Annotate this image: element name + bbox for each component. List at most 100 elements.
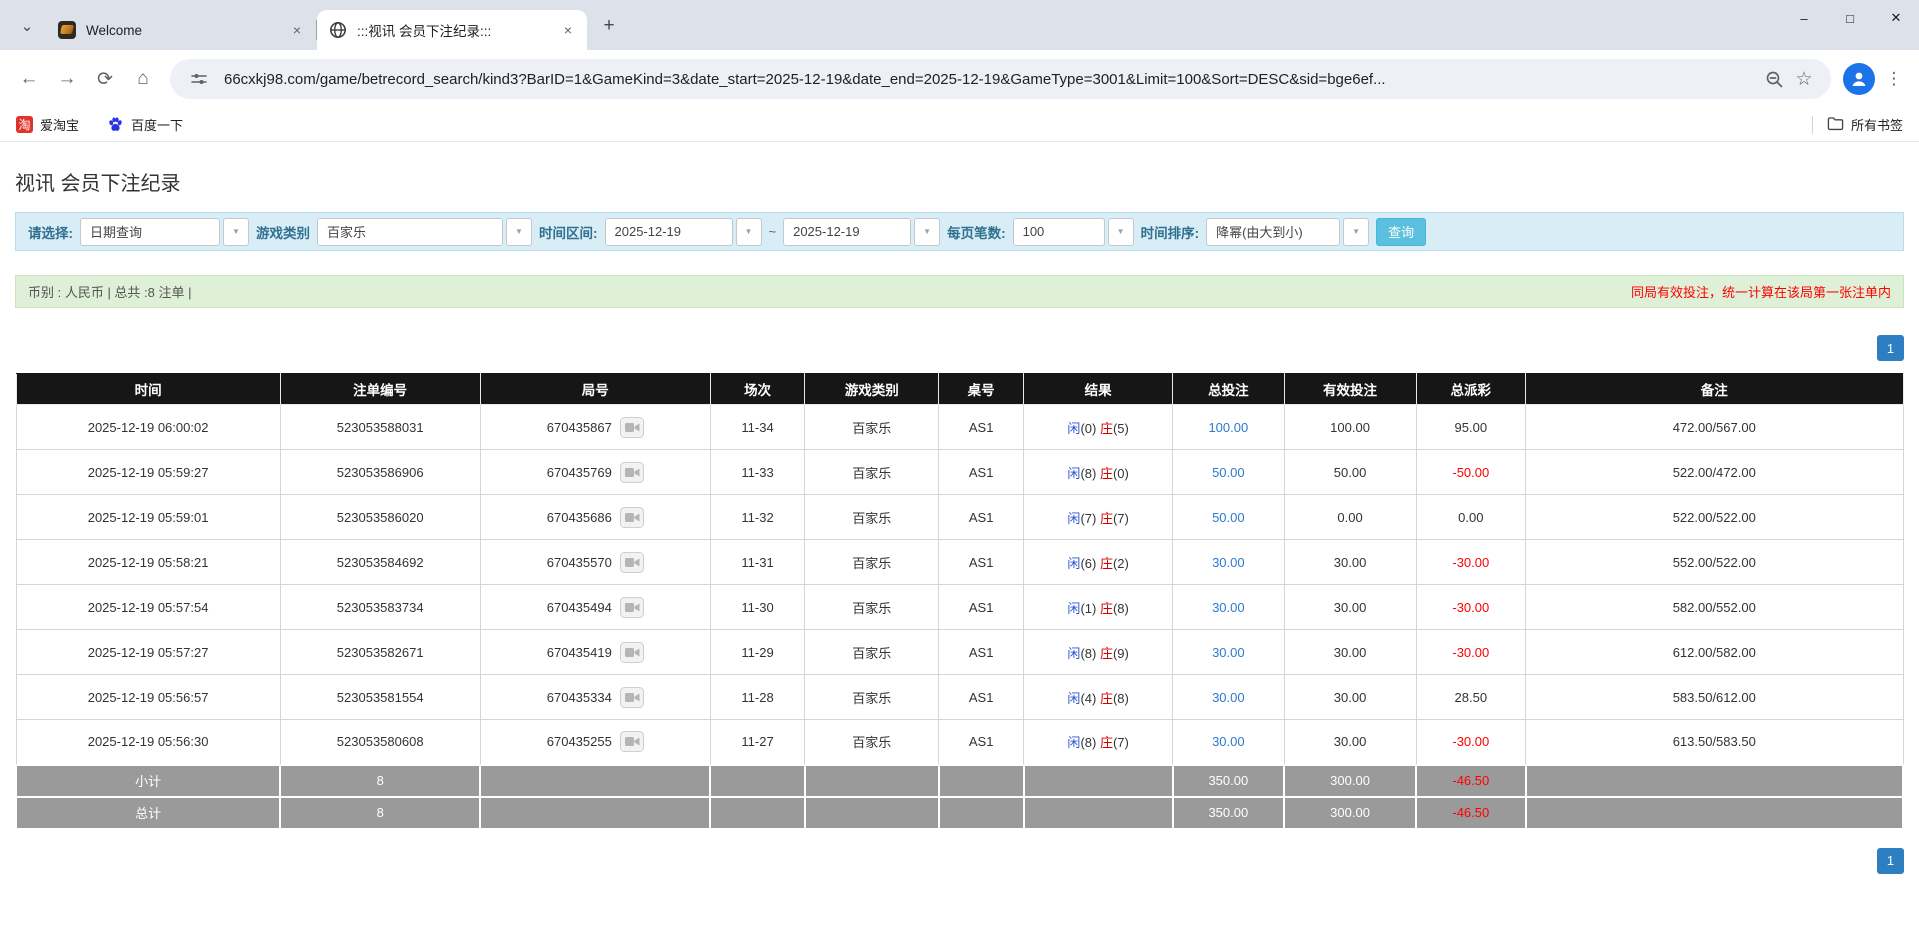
- table-row: 2025-12-19 05:56:30523053580608670435255…: [16, 720, 1903, 765]
- time-sort-value[interactable]: 降幂(由大到小): [1206, 218, 1340, 246]
- video-replay-button[interactable]: [620, 597, 644, 618]
- cell-total-bet[interactable]: 30.00: [1173, 540, 1284, 585]
- total-bet-link[interactable]: 30.00: [1212, 690, 1245, 705]
- round-id: 670435494: [547, 600, 612, 615]
- video-replay-button[interactable]: [620, 731, 644, 752]
- cell-game-kind: 百家乐: [805, 450, 939, 495]
- cell-result: 闲(1) 庄(8): [1024, 585, 1173, 630]
- tab-close-icon[interactable]: ×: [559, 21, 577, 39]
- search-button[interactable]: 查询: [1376, 218, 1426, 246]
- video-replay-button[interactable]: [620, 552, 644, 573]
- query-type-select[interactable]: 日期查询 ▼: [80, 218, 249, 246]
- result-player-score: (8): [1080, 646, 1096, 661]
- total-bet-link[interactable]: 30.00: [1212, 645, 1245, 660]
- total-bet-link[interactable]: 50.00: [1212, 465, 1245, 480]
- per-page-select[interactable]: 100 ▼: [1013, 218, 1134, 246]
- cell-bet-id: 523053588031: [280, 405, 480, 450]
- result-banker-score: (8): [1113, 691, 1129, 706]
- cell-total-bet[interactable]: 100.00: [1173, 405, 1284, 450]
- cell-total-bet[interactable]: 50.00: [1173, 495, 1284, 540]
- total-bet-link[interactable]: 30.00: [1212, 555, 1245, 570]
- total-bet-link[interactable]: 30.00: [1212, 600, 1245, 615]
- game-kind-select[interactable]: 百家乐 ▼: [317, 218, 532, 246]
- bookmark-label: 爱淘宝: [40, 115, 79, 134]
- chevron-down-icon[interactable]: ▼: [736, 218, 762, 246]
- all-bookmarks[interactable]: 所有书签: [1812, 115, 1903, 134]
- cell-total-bet[interactable]: 30.00: [1173, 585, 1284, 630]
- date-start-value[interactable]: 2025-12-19: [605, 218, 733, 246]
- home-button[interactable]: ⌂: [124, 60, 162, 98]
- payout-value: 28.50: [1455, 690, 1488, 705]
- window-close-button[interactable]: ✕: [1873, 0, 1919, 36]
- forward-button[interactable]: →: [48, 60, 86, 98]
- bookmark-aitaobao[interactable]: 淘 爱淘宝: [16, 115, 79, 134]
- cell-valid-bet: 0.00: [1284, 495, 1416, 540]
- time-range-label: 时间区间:: [539, 222, 598, 242]
- back-button[interactable]: ←: [10, 60, 48, 98]
- total-bet-link[interactable]: 100.00: [1208, 420, 1248, 435]
- sum-valid-bet: 300.00: [1284, 797, 1416, 829]
- video-replay-button[interactable]: [620, 642, 644, 663]
- reload-button[interactable]: ⟳: [86, 60, 124, 98]
- result-player-score: (6): [1080, 556, 1096, 571]
- cell-time: 2025-12-19 05:59:01: [16, 495, 280, 540]
- cell-total-bet[interactable]: 30.00: [1173, 630, 1284, 675]
- new-tab-button[interactable]: +: [595, 12, 623, 40]
- date-start-select[interactable]: 2025-12-19 ▼: [605, 218, 762, 246]
- browser-menu-kebab-icon[interactable]: ⋮: [1879, 60, 1909, 98]
- valid-bet-note: 同局有效投注，统一计算在该局第一张注单内: [1631, 282, 1891, 301]
- chevron-down-icon[interactable]: ▼: [914, 218, 940, 246]
- cell-round: 670435494: [480, 585, 710, 630]
- per-page-value[interactable]: 100: [1013, 218, 1105, 246]
- profile-avatar[interactable]: [1843, 63, 1875, 95]
- cell-payout: 0.00: [1416, 495, 1525, 540]
- cell-table-no: AS1: [939, 630, 1024, 675]
- url-text[interactable]: 66cxkj98.com/game/betrecord_search/kind3…: [224, 71, 1759, 88]
- video-replay-button[interactable]: [620, 687, 644, 708]
- zoom-icon[interactable]: [1759, 64, 1789, 94]
- video-replay-button[interactable]: [620, 507, 644, 528]
- result-player: 闲: [1067, 556, 1080, 571]
- tab-close-icon[interactable]: ×: [288, 21, 306, 39]
- cell-total-bet[interactable]: 30.00: [1173, 720, 1284, 765]
- cell-round: 670435334: [480, 675, 710, 720]
- window-minimize-button[interactable]: –: [1781, 0, 1827, 36]
- table-header-row: 时间注单编号局号场次游戏类别桌号结果总投注有效投注总派彩备注: [16, 374, 1903, 405]
- payout-value: -30.00: [1452, 555, 1489, 570]
- address-bar[interactable]: 66cxkj98.com/game/betrecord_search/kind3…: [170, 59, 1831, 99]
- site-info-icon[interactable]: [184, 64, 214, 94]
- bookmark-baidu[interactable]: 百度一下: [107, 115, 183, 134]
- cell-total-bet[interactable]: 50.00: [1173, 450, 1284, 495]
- video-replay-button[interactable]: [620, 462, 644, 483]
- pagination-page-1-bottom[interactable]: 1: [1877, 848, 1904, 874]
- cell-session: 11-34: [710, 405, 804, 450]
- result-player-score: (7): [1080, 511, 1096, 526]
- chevron-down-icon[interactable]: ▼: [223, 218, 249, 246]
- total-bet-link[interactable]: 50.00: [1212, 510, 1245, 525]
- tab-search-chevron-icon[interactable]: ⌄: [12, 11, 42, 41]
- chevron-down-icon[interactable]: ▼: [506, 218, 532, 246]
- date-end-value[interactable]: 2025-12-19: [783, 218, 911, 246]
- tab-betrecord[interactable]: :::视讯 会员下注纪录::: ×: [317, 10, 587, 50]
- column-header: 备注: [1526, 374, 1903, 405]
- tab-welcome[interactable]: Welcome ×: [46, 10, 316, 50]
- game-kind-value[interactable]: 百家乐: [317, 218, 503, 246]
- chevron-down-icon[interactable]: ▼: [1108, 218, 1134, 246]
- select-type-label: 请选择:: [28, 222, 73, 242]
- column-header: 游戏类别: [805, 374, 939, 405]
- time-sort-select[interactable]: 降幂(由大到小) ▼: [1206, 218, 1369, 246]
- cell-total-bet[interactable]: 30.00: [1173, 675, 1284, 720]
- total-bet-link[interactable]: 30.00: [1212, 734, 1245, 749]
- query-type-value[interactable]: 日期查询: [80, 218, 220, 246]
- pagination-page-1-top[interactable]: 1: [1877, 335, 1904, 361]
- cell-session: 11-32: [710, 495, 804, 540]
- result-banker-score: (8): [1113, 601, 1129, 616]
- chevron-down-icon[interactable]: ▼: [1343, 218, 1369, 246]
- bookmark-star-icon[interactable]: ☆: [1789, 64, 1819, 94]
- result-player: 闲: [1067, 511, 1080, 526]
- video-replay-button[interactable]: [620, 417, 644, 438]
- date-end-select[interactable]: 2025-12-19 ▼: [783, 218, 940, 246]
- window-maximize-button[interactable]: □: [1827, 0, 1873, 36]
- cell-valid-bet: 30.00: [1284, 585, 1416, 630]
- column-header: 桌号: [939, 374, 1024, 405]
